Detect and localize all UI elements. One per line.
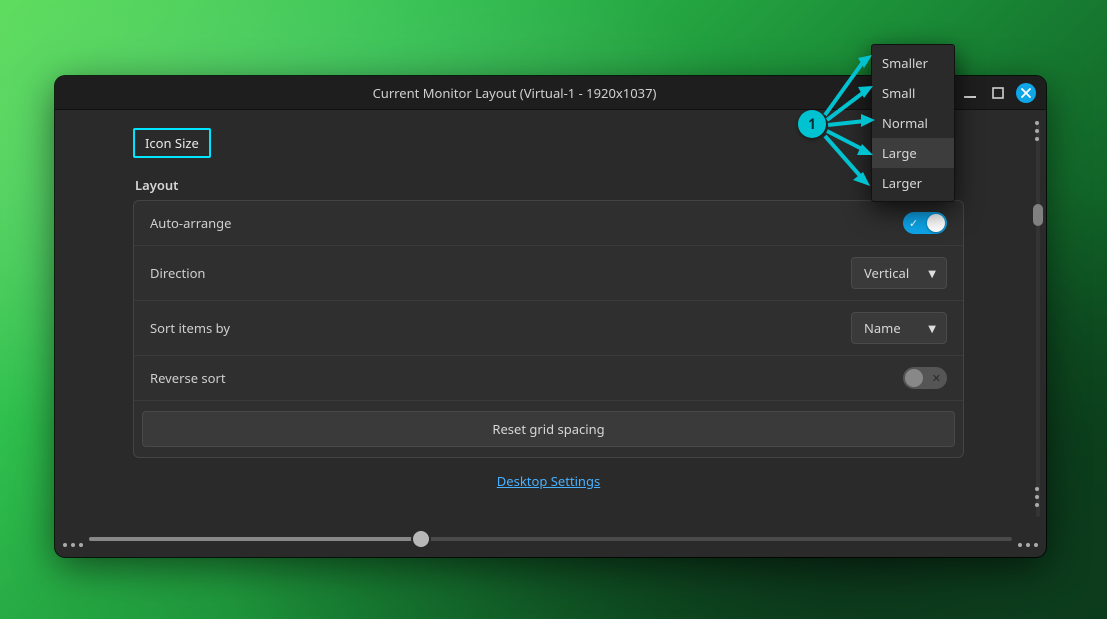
desktop-settings-link[interactable]: Desktop Settings bbox=[497, 472, 600, 490]
chevron-down-icon: ▼ bbox=[928, 321, 936, 335]
x-icon: ✕ bbox=[932, 373, 941, 384]
row-label: Sort items by bbox=[150, 319, 851, 337]
window-controls bbox=[960, 83, 1036, 103]
chevron-down-icon: ▼ bbox=[928, 266, 936, 280]
resize-handle-icon[interactable] bbox=[1035, 487, 1039, 507]
check-icon: ✓ bbox=[909, 218, 918, 229]
vertical-scrollbar-track[interactable] bbox=[1036, 124, 1040, 517]
select-value: Vertical bbox=[864, 264, 909, 282]
close-button[interactable] bbox=[1016, 83, 1036, 103]
maximize-button[interactable] bbox=[988, 83, 1008, 103]
minimize-button[interactable] bbox=[960, 83, 980, 103]
annotation-badge-1: 1 bbox=[798, 110, 826, 138]
auto-arrange-toggle[interactable]: ✓ bbox=[903, 212, 947, 234]
direction-select[interactable]: Vertical ▼ bbox=[851, 257, 947, 289]
icon-size-menu-item[interactable]: Normal bbox=[872, 108, 954, 138]
slider-knob[interactable] bbox=[413, 531, 429, 547]
icon-size-menu-item[interactable]: Larger bbox=[872, 168, 954, 198]
row-direction: Direction Vertical ▼ bbox=[134, 245, 963, 300]
vertical-scrollbar-thumb[interactable] bbox=[1033, 204, 1043, 226]
row-auto-arrange: Auto-arrange ✓ bbox=[134, 201, 963, 245]
reset-grid-spacing-button[interactable]: Reset grid spacing bbox=[142, 411, 955, 447]
icon-size-slider[interactable] bbox=[89, 537, 1012, 541]
reverse-sort-toggle[interactable]: ✕ bbox=[903, 367, 947, 389]
link-row: Desktop Settings bbox=[133, 458, 964, 490]
row-reset: Reset grid spacing bbox=[134, 400, 963, 457]
icon-size-menu-item[interactable]: Smaller bbox=[872, 48, 954, 78]
icon-size-menu[interactable]: SmallerSmallNormalLargeLarger bbox=[871, 44, 955, 202]
resize-handle-icon[interactable] bbox=[63, 543, 83, 547]
resize-handle-icon[interactable] bbox=[1018, 543, 1038, 547]
row-sort-by: Sort items by Name ▼ bbox=[134, 300, 963, 355]
select-value: Name bbox=[864, 319, 901, 337]
window-title: Current Monitor Layout (Virtual-1 - 1920… bbox=[69, 84, 960, 102]
layout-panel: Auto-arrange ✓ Direction Vertical ▼ Sort… bbox=[133, 200, 964, 458]
kebab-menu-icon[interactable] bbox=[1035, 121, 1039, 141]
icon-size-highlight[interactable]: Icon Size bbox=[133, 128, 211, 158]
row-label: Direction bbox=[150, 264, 851, 282]
sort-by-select[interactable]: Name ▼ bbox=[851, 312, 947, 344]
layout-section-title: Layout bbox=[133, 176, 964, 194]
icon-size-menu-item[interactable]: Large bbox=[872, 138, 954, 168]
slider-fill bbox=[89, 537, 421, 541]
icon-size-menu-item[interactable]: Small bbox=[872, 78, 954, 108]
row-label: Auto-arrange bbox=[150, 214, 903, 232]
row-reverse-sort: Reverse sort ✕ bbox=[134, 355, 963, 400]
row-label: Reverse sort bbox=[150, 369, 903, 387]
